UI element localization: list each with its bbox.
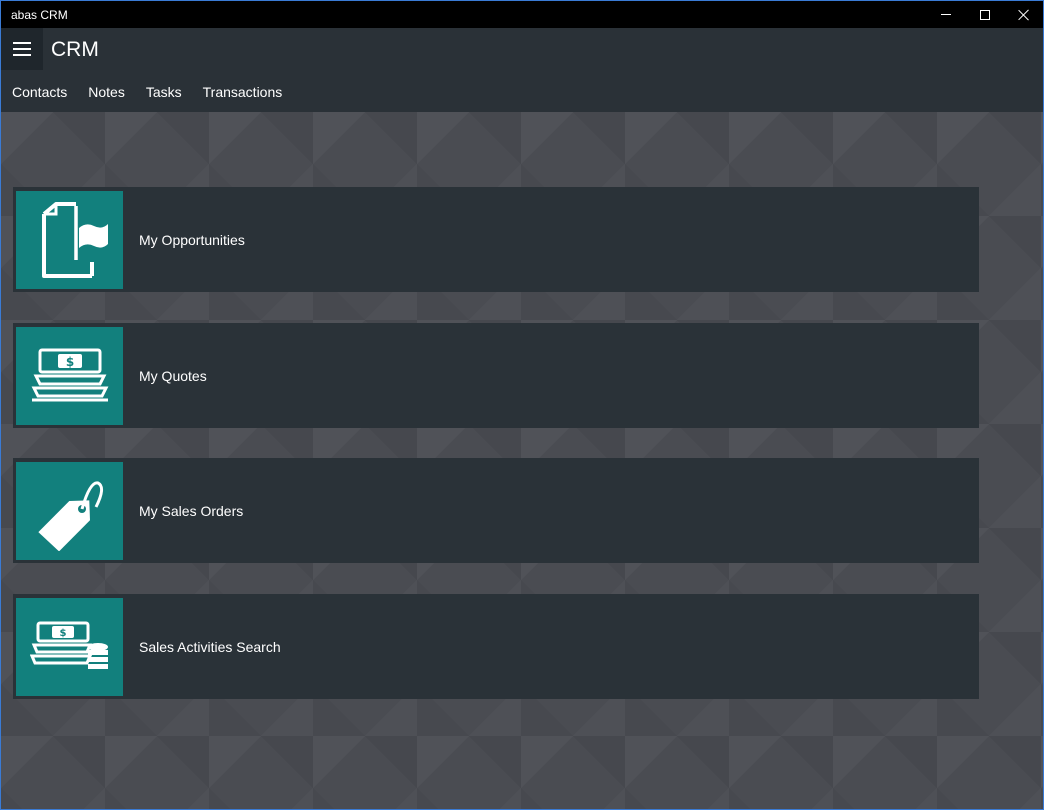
close-button[interactable]	[1004, 1, 1043, 28]
tile-label: My Quotes	[139, 367, 207, 384]
app-window: abas CRM CRM Contacts Notes Tasks Transa…	[0, 0, 1044, 810]
tile-sales-activities-search[interactable]: $ Sales Activities Search	[13, 594, 979, 699]
page-title: CRM	[51, 38, 99, 61]
top-nav: Contacts Notes Tasks Transactions	[1, 82, 292, 102]
close-icon	[1018, 9, 1030, 21]
hamburger-menu-button[interactable]	[1, 28, 43, 70]
hamburger-line	[13, 48, 31, 50]
title-bar: abas CRM	[1, 1, 1043, 28]
minimize-icon	[940, 14, 951, 15]
tile-my-quotes[interactable]: $ My Quotes	[13, 323, 979, 428]
maximize-button[interactable]	[965, 1, 1004, 28]
app-header: CRM Contacts Notes Tasks Transactions	[1, 28, 1043, 112]
flag-document-icon	[16, 190, 123, 289]
svg-text:$: $	[65, 355, 73, 369]
tile-label: Sales Activities Search	[139, 638, 281, 655]
money-coins-icon: $	[16, 597, 123, 696]
svg-text:$: $	[59, 628, 66, 639]
tile-my-sales-orders[interactable]: My Sales Orders	[13, 458, 979, 563]
tile-label: My Opportunities	[139, 231, 245, 248]
price-tag-icon	[16, 461, 123, 560]
nav-item-transactions[interactable]: Transactions	[192, 82, 293, 102]
main-content: My Opportunities $ My Quotes My Sales Or…	[1, 112, 1043, 809]
window-title: abas CRM	[11, 7, 68, 22]
tile-my-opportunities[interactable]: My Opportunities	[13, 187, 979, 292]
tile-label: My Sales Orders	[139, 502, 244, 519]
minimize-button[interactable]	[926, 1, 965, 28]
nav-item-contacts[interactable]: Contacts	[1, 82, 77, 102]
nav-item-tasks[interactable]: Tasks	[135, 82, 192, 102]
money-stack-icon: $	[16, 326, 123, 425]
hamburger-line	[13, 54, 31, 56]
hamburger-line	[13, 42, 31, 44]
maximize-icon	[979, 9, 990, 20]
nav-item-notes[interactable]: Notes	[77, 82, 135, 102]
